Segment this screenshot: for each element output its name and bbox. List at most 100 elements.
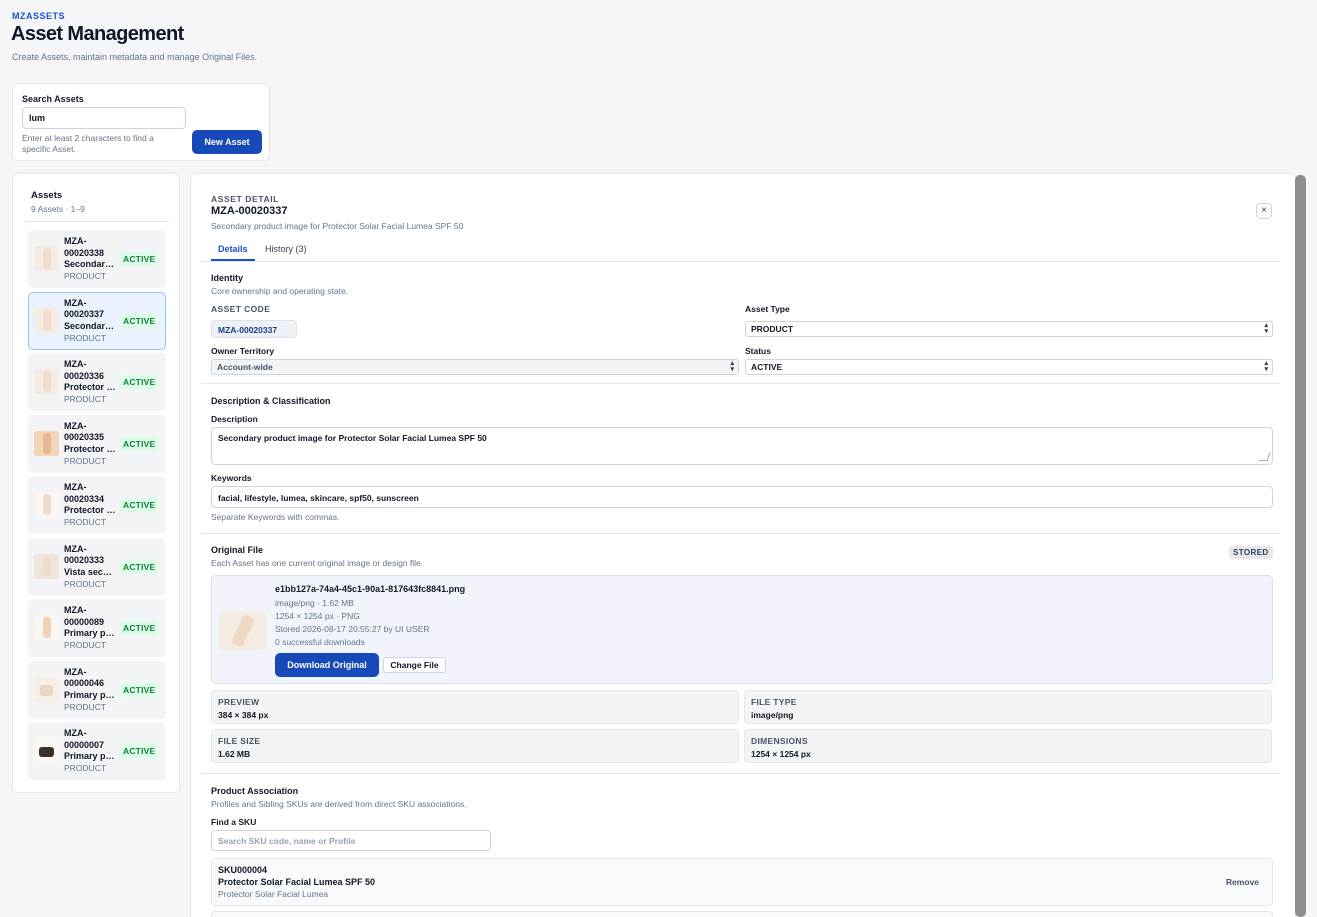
detail-eyebrow: ASSET DETAIL [211, 194, 279, 204]
find-sku-label: Find a SKU [211, 817, 257, 827]
asset-desc: Vista secundaria [64, 566, 116, 577]
keywords-hint: Separate Keywords with commas. [211, 512, 340, 522]
status-badge: ACTIVE [120, 744, 159, 758]
asset-type: PRODUCT [64, 455, 107, 466]
page-subtitle: Create Assets, maintain metadata and man… [12, 52, 258, 62]
status-label: Status [745, 346, 771, 356]
brand: MZASSETS [12, 11, 66, 21]
change-file-button[interactable]: Change File [383, 657, 446, 673]
list-item[interactable]: MZA-00020337 Secondary product image PRO… [28, 291, 166, 350]
asset-code: MZA-00020334 [64, 482, 105, 504]
description-value: Secondary product image for Protector So… [218, 433, 487, 443]
status-badge: ACTIVE [120, 436, 159, 451]
identity-title: Identity [211, 273, 244, 283]
asset-type-value: PRODUCT [751, 324, 794, 334]
select-arrows-icon: ▴ ▾ [1264, 322, 1268, 335]
status-badge: ACTIVE [120, 375, 159, 389]
file-downloads: 0 successful downloads [275, 637, 365, 647]
scrollbar[interactable] [1295, 175, 1306, 917]
resize-handle-icon[interactable] [1258, 452, 1271, 461]
stat-dimensions: DIMENSIONS 1254 × 1254 px [744, 729, 1272, 763]
description-textarea[interactable]: Secondary product image for Protector So… [211, 427, 1273, 465]
asset-list: Assets 9 Assets · 1–9 MZA-00020338 Secon… [12, 173, 180, 793]
file-dimensions: 1254 × 1254 px · PNG [275, 611, 360, 621]
new-asset-button[interactable]: New Asset [192, 130, 262, 154]
file-mime-size: image/png · 1.62 MB [275, 598, 354, 608]
keywords-input[interactable]: facial, lifestyle, lumea, skincare, spf5… [211, 486, 1273, 508]
sku-search-input[interactable]: Search SKU code, name or Profile [211, 830, 491, 851]
remove-sku-button[interactable]: Remove [1226, 877, 1259, 887]
status-badge: ACTIVE [120, 682, 159, 697]
tab-history[interactable]: History (3) [265, 244, 307, 254]
stored-badge: STORED [1229, 546, 1273, 559]
keywords-label: Keywords [211, 473, 252, 483]
asset-desc: Protector Solar [64, 382, 116, 392]
asset-list-count: 9 Assets · 1–9 [31, 204, 85, 214]
detail-subtitle: Secondary product image for Protector So… [211, 221, 464, 231]
search-input[interactable] [22, 107, 186, 129]
stat-key: FILE TYPE [751, 697, 797, 707]
identity-subtitle: Core ownership and operating state. [211, 286, 349, 296]
asset-type-select[interactable]: PRODUCT ▴ ▾ [745, 321, 1273, 337]
asset-thumbnail [34, 553, 59, 579]
file-name: e1bb127a-74a4-45c1-90a1-817643fc8841.png [275, 584, 466, 594]
status-badge: ACTIVE [120, 313, 159, 328]
sku-name: Protector Solar Facial Lumea SPF 50 [218, 877, 376, 887]
asset-thumbnail [34, 738, 59, 763]
divider [201, 383, 1280, 384]
detail-code: MZA-00020337 [211, 205, 288, 217]
list-item[interactable]: MZA-00000046 Primary product image PRODU… [28, 660, 166, 719]
stat-value: 1.62 MB [218, 749, 251, 759]
asset-desc: Primary product image [64, 689, 116, 700]
original-file-card: e1bb127a-74a4-45c1-90a1-817643fc8841.png… [211, 575, 1273, 684]
list-item[interactable]: MZA-00000089 Primary product image PRODU… [28, 599, 166, 657]
status-badge: ACTIVE [120, 252, 159, 266]
list-item[interactable]: MZA-00020334 Protector Solar PRODUCT ACT… [28, 476, 166, 534]
sku-row: SKU000004 Protector Solar Facial Lumea S… [211, 858, 1273, 906]
asset-thumbnail [34, 307, 59, 333]
asset-thumbnail [34, 615, 59, 640]
select-arrows-icon: ▴ ▾ [1264, 360, 1268, 373]
asset-thumbnail [34, 369, 59, 394]
asset-code: MZA-00020338 [64, 236, 105, 258]
page-title: Asset Management [11, 23, 184, 45]
divider [201, 261, 1280, 262]
sku-code: SKU000004 [218, 865, 268, 875]
asset-type: PRODUCT [64, 578, 107, 589]
asset-thumbnail [34, 676, 59, 702]
divider [201, 533, 1280, 534]
tab-details[interactable]: Details [218, 244, 248, 254]
asset-desc: Secondary product image [64, 259, 116, 269]
close-button[interactable]: × [1256, 203, 1272, 219]
owner-territory-label: Owner Territory [211, 346, 275, 356]
classification-title: Description & Classification [211, 396, 331, 406]
asset-type: PRODUCT [64, 517, 107, 527]
list-item[interactable]: MZA-00020335 Protector Solar PRODUCT ACT… [28, 414, 166, 473]
list-item[interactable]: MZA-00000007 Primary product image PRODU… [28, 722, 166, 780]
divider [201, 773, 1280, 774]
download-original-button[interactable]: Download Original [275, 653, 379, 677]
list-item[interactable]: MZA-00020333 Vista secundaria PRODUCT AC… [28, 537, 166, 596]
status-select[interactable]: ACTIVE ▴ ▾ [745, 359, 1273, 375]
sku-row [211, 911, 1273, 917]
asset-desc: Protector Solar [64, 505, 116, 515]
asset-code: MZA-00000089 [64, 605, 105, 627]
list-item[interactable]: MZA-00020338 Secondary product image PRO… [28, 230, 166, 288]
sku-profile: Protector Solar Facial Lumea [218, 889, 329, 899]
divider [25, 221, 169, 222]
owner-territory-value: Account-wide [217, 362, 273, 372]
status-badge: ACTIVE [120, 498, 159, 512]
owner-territory-select[interactable]: Account-wide ▴ ▾ [211, 359, 739, 375]
asset-desc: Primary product image [64, 751, 116, 761]
stat-key: DIMENSIONS [751, 736, 808, 746]
asset-desc: Secondary product image [64, 320, 116, 331]
original-file-subtitle: Each Asset has one current original imag… [211, 558, 424, 568]
file-stored: Stored 2026-08-17 20:55:27 by UI USER [275, 624, 430, 634]
list-item[interactable]: MZA-00020336 Protector Solar PRODUCT ACT… [28, 353, 166, 411]
asset-desc: Protector Solar [64, 443, 116, 454]
description-label: Description [211, 414, 258, 424]
close-icon: × [1261, 205, 1267, 216]
stat-file-size: FILE SIZE 1.62 MB [211, 729, 739, 763]
search-label: Search Assets [22, 94, 84, 104]
asset-code: MZA-00020336 [64, 359, 105, 381]
